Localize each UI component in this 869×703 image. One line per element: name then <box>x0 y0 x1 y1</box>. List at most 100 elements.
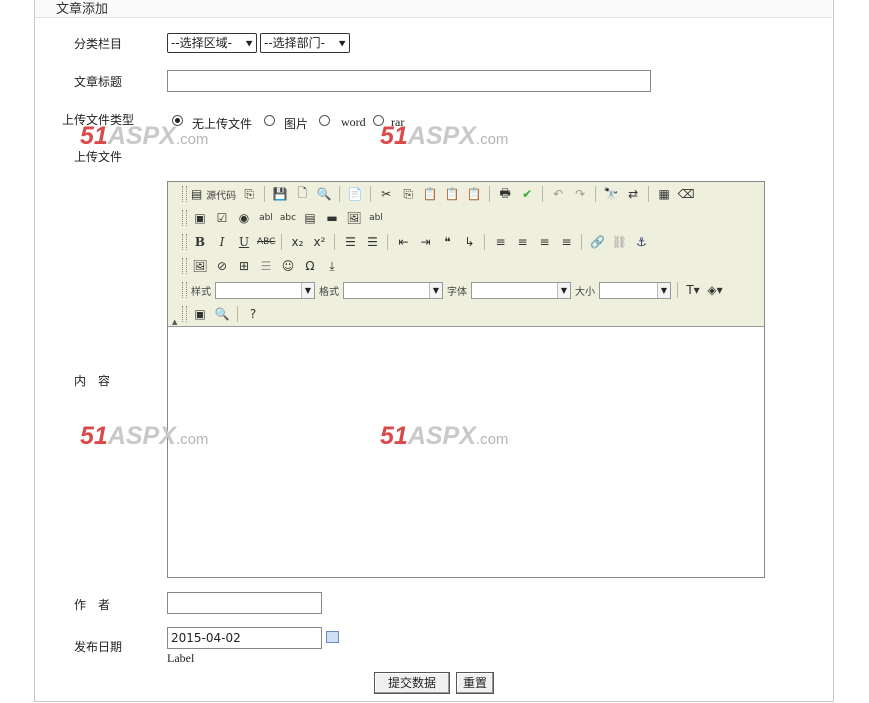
panel-title: 文章添加 <box>56 2 109 17</box>
anchor-icon[interactable]: ⚓ <box>632 233 650 251</box>
toolbar-row-4: 🖼 ⊘ ⊞ ☰ ☺ Ω ⤓ <box>182 255 341 277</box>
table-icon[interactable]: ⊞ <box>235 257 253 275</box>
form-icon[interactable]: ▣ <box>191 209 209 227</box>
editor-content-area[interactable] <box>168 327 764 577</box>
italic-button[interactable]: I <box>213 233 231 251</box>
flash-icon[interactable]: ⊘ <box>213 257 231 275</box>
author-input[interactable] <box>167 592 322 614</box>
about-icon[interactable]: ? <box>244 305 262 323</box>
watermark-logo: 51ASPX.com <box>380 422 509 450</box>
toolbar-row-2: ▣ ☑ ◉ abl abc ▤ ▬ 🖼 abl <box>182 207 385 229</box>
page-break-icon[interactable]: ⤓ <box>323 257 341 275</box>
paste-word-icon[interactable]: 📋 <box>465 185 483 203</box>
chevron-down-icon: ▼ <box>429 282 442 298</box>
hidden-field-icon[interactable]: abl <box>367 209 385 227</box>
superscript-icon[interactable]: x² <box>310 233 328 251</box>
title-label: 文章标题 <box>74 75 123 89</box>
select-field-icon[interactable]: ▤ <box>301 209 319 227</box>
smiley-icon[interactable]: ☺ <box>279 257 297 275</box>
date-input[interactable]: 2015-04-02 <box>167 627 322 649</box>
region-select[interactable]: --选择区域- ⯆ <box>167 33 257 53</box>
find-icon[interactable]: 🔭 <box>602 185 620 203</box>
replace-icon[interactable]: ⇄ <box>624 185 642 203</box>
print-icon[interactable]: 🖶 <box>496 185 514 203</box>
indent-icon[interactable]: ⇥ <box>416 233 434 251</box>
unordered-list-icon[interactable]: ☰ <box>363 233 381 251</box>
collapse-toolbar-icon[interactable]: ▲ <box>172 318 177 326</box>
radio-word-label: word <box>341 115 366 129</box>
font-combo[interactable]: ▼ <box>471 281 571 299</box>
watermark-logo: 51ASPX.com <box>80 122 209 150</box>
bg-color-icon[interactable]: ◈▾ <box>706 281 724 299</box>
strike-button[interactable]: ABC <box>257 233 275 251</box>
templates-icon[interactable]: 📄 <box>346 185 364 203</box>
style-combo[interactable]: ▼ <box>215 281 315 299</box>
maximize-icon[interactable]: ▣ <box>191 305 209 323</box>
align-justify-icon[interactable]: ≡ <box>557 233 575 251</box>
paste-text-icon[interactable]: 📋 <box>443 185 461 203</box>
panel-header: 文章添加 <box>35 0 832 18</box>
date-sub-label: Label <box>167 651 195 665</box>
chevron-down-icon: ▼ <box>557 282 570 298</box>
checkbox-icon[interactable]: ☑ <box>213 209 231 227</box>
blockquote-icon[interactable]: ❝ <box>438 233 456 251</box>
horizontal-rule-icon[interactable]: ☰ <box>257 257 275 275</box>
submit-button[interactable]: 提交数据 <box>374 672 450 694</box>
radio-icon[interactable]: ◉ <box>235 209 253 227</box>
align-left-icon[interactable]: ≡ <box>491 233 509 251</box>
underline-button[interactable]: U <box>235 233 253 251</box>
cut-icon[interactable]: ✂ <box>377 185 395 203</box>
spellcheck-icon[interactable]: ✔ <box>518 185 536 203</box>
content-label: 内 容 <box>74 374 111 388</box>
link-icon[interactable]: 🔗 <box>588 233 606 251</box>
doc-props-icon[interactable]: ⎘ <box>240 185 258 203</box>
special-char-icon[interactable]: Ω <box>301 257 319 275</box>
toolbar-row-3: B I U ABC x₂ x² ☰ ☰ ⇤ ⇥ ❝ ↳ ≡ ≡ ≡ ≡ 🔗 ⛓ … <box>182 231 650 253</box>
image-button-icon[interactable]: 🖼 <box>345 209 363 227</box>
new-page-icon[interactable]: 🗋 <box>293 185 311 203</box>
date-label: 发布日期 <box>74 640 123 654</box>
preview-icon[interactable]: 🔍 <box>315 185 333 203</box>
align-right-icon[interactable]: ≡ <box>535 233 553 251</box>
source-label: 源代码 <box>206 190 237 202</box>
paste-icon[interactable]: 📋 <box>421 185 439 203</box>
copy-icon[interactable]: ⎘ <box>399 185 417 203</box>
reset-button[interactable]: 重置 <box>456 672 494 694</box>
toolbar-row-5: 样式 ▼ 格式 ▼ 字体 ▼ 大小 ▼ T▾ ◈▾ <box>182 279 724 301</box>
subscript-icon[interactable]: x₂ <box>288 233 306 251</box>
remove-format-icon[interactable]: ⌫ <box>677 185 695 203</box>
align-center-icon[interactable]: ≡ <box>513 233 531 251</box>
calendar-icon[interactable] <box>326 631 339 643</box>
format-combo[interactable]: ▼ <box>343 281 443 299</box>
button-field-icon[interactable]: ▬ <box>323 209 341 227</box>
ordered-list-icon[interactable]: ☰ <box>341 233 359 251</box>
format-label: 格式 <box>319 286 339 298</box>
show-blocks-icon[interactable]: 🔍 <box>213 305 231 323</box>
div-icon[interactable]: ↳ <box>460 233 478 251</box>
watermark-logo: 51ASPX.com <box>80 422 209 450</box>
title-input[interactable] <box>167 70 651 92</box>
bold-button[interactable]: B <box>191 233 209 251</box>
outdent-icon[interactable]: ⇤ <box>394 233 412 251</box>
editor-toolbar: ▤ 源代码 ⎘ 💾 🗋 🔍 📄 ✂ ⎘ 📋 📋 📋 🖶 ✔ ↶ ↷ 🔭 ⇄ ▦ … <box>168 182 764 327</box>
watermark-logo: 51ASPX.com <box>380 122 509 150</box>
dept-select-value: --选择部门- <box>264 36 325 50</box>
radio-word[interactable] <box>319 115 330 126</box>
size-combo[interactable]: ▼ <box>599 281 671 299</box>
source-button[interactable]: ▤ 源代码 <box>191 185 236 203</box>
radio-image[interactable] <box>264 115 275 126</box>
author-label: 作 者 <box>74 598 111 612</box>
unlink-icon[interactable]: ⛓ <box>610 233 628 251</box>
chevron-down-icon: ⯆ <box>244 37 254 51</box>
undo-icon[interactable]: ↶ <box>549 185 567 203</box>
text-color-icon[interactable]: T▾ <box>684 281 702 299</box>
redo-icon[interactable]: ↷ <box>571 185 589 203</box>
textarea-icon[interactable]: abc <box>279 209 297 227</box>
rich-text-editor: ▤ 源代码 ⎘ 💾 🗋 🔍 📄 ✂ ⎘ 📋 📋 📋 🖶 ✔ ↶ ↷ 🔭 ⇄ ▦ … <box>167 181 765 578</box>
size-label: 大小 <box>575 286 595 298</box>
image-icon[interactable]: 🖼 <box>191 257 209 275</box>
save-icon[interactable]: 💾 <box>271 185 289 203</box>
select-all-icon[interactable]: ▦ <box>655 185 673 203</box>
dept-select[interactable]: --选择部门- ⯆ <box>260 33 350 53</box>
textfield-icon[interactable]: abl <box>257 209 275 227</box>
